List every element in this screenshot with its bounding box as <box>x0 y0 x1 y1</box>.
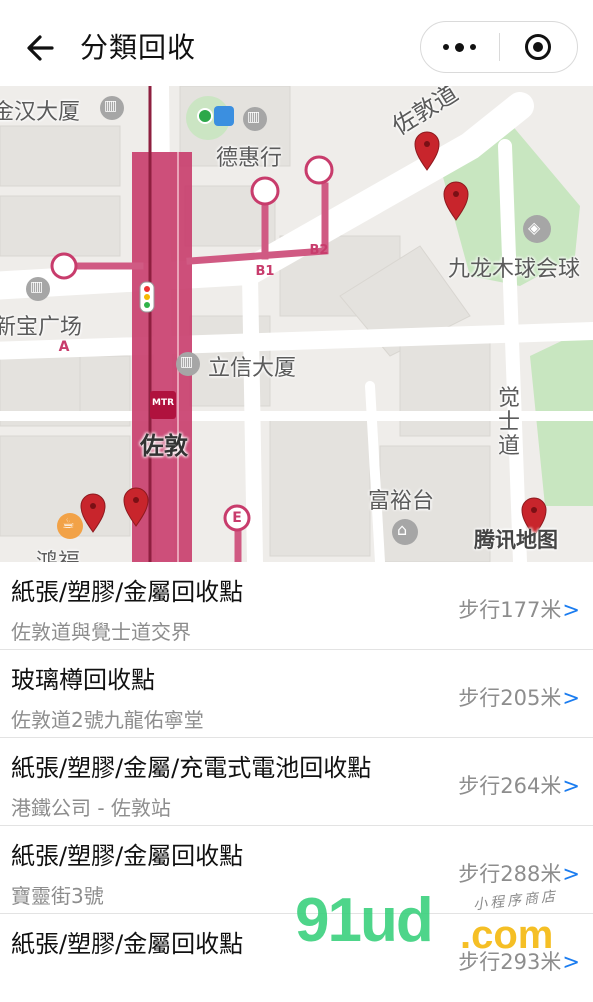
map-view[interactable]: ▥ ▥ ▥ ▥ ⌂ ◈ ☕ MTR A B1 B2 E 金汉大厦 德惠行 佐敦 道… <box>0 86 593 562</box>
item-distance: 步行264米> <box>458 770 580 800</box>
list-item[interactable]: 紙張/塑膠/金屬回收點 佐敦道與覺士道交界 步行177米> <box>0 562 593 650</box>
map-label-hongfu: 鸿福 <box>36 544 80 562</box>
chevron-right-icon: > <box>562 686 580 710</box>
miniprogram-capsule <box>420 21 578 73</box>
item-distance: 步行205米> <box>458 682 580 712</box>
building-icon: ▥ <box>247 109 261 125</box>
close-miniprogram-button[interactable] <box>500 22 578 72</box>
item-name: 玻璃樽回收點 <box>11 666 155 694</box>
item-address: 寶靈街3號 <box>11 884 104 908</box>
item-name: 紙張/塑膠/金屬回收點 <box>11 930 244 958</box>
map-label-jueshi-3: 道 <box>498 434 521 459</box>
list-item[interactable]: 紙張/塑膠/金屬/充電式電池回收點 港鐵公司 - 佐敦站 步行264米> <box>0 738 593 826</box>
exit-a-label: A <box>58 339 70 355</box>
item-name: 紙張/塑膠/金屬回收點 <box>11 842 244 870</box>
map-label-cricket-club: 九龙木球会球 <box>448 257 581 282</box>
church-icon: ⌂ <box>397 520 408 539</box>
exit-e-label: E <box>232 510 242 526</box>
more-dots-icon <box>443 42 477 52</box>
item-name: 紙張/塑膠/金屬/充電式電池回收點 <box>11 754 372 782</box>
list-item[interactable]: 玻璃樽回收點 佐敦道2號九龍佑寧堂 步行205米> <box>0 650 593 738</box>
more-button[interactable] <box>421 22 499 72</box>
stadium-icon: ◈ <box>528 218 541 237</box>
item-address: 佐敦道與覺士道交界 <box>11 620 191 644</box>
map-label-zuodun-station: 佐敦 <box>140 432 188 460</box>
target-circle-icon <box>525 34 552 60</box>
distance-text: 步行205米 <box>458 686 562 710</box>
page-title: 分類回收 <box>80 31 197 64</box>
item-address: 佐敦道2號九龍佑寧堂 <box>11 708 204 732</box>
cafe-icon: ☕ <box>62 516 75 532</box>
exit-b1-label: B1 <box>255 264 275 279</box>
list-item[interactable]: 紙張/塑膠/金屬回收點 步行293米> <box>0 914 593 1002</box>
chevron-right-icon: > <box>562 950 580 974</box>
list-item[interactable]: 紙張/塑膠/金屬回收點 寶靈街3號 步行288米> <box>0 826 593 914</box>
building-icon: ▥ <box>180 354 194 370</box>
chevron-right-icon: > <box>562 862 580 886</box>
map-canvas <box>0 86 593 562</box>
map-label-jinhan: 金汉大厦 <box>0 100 81 125</box>
tencent-map-logo: 腾讯地图 <box>474 528 558 552</box>
arrow-left-icon <box>27 35 54 61</box>
mtr-logo: MTR <box>151 398 175 408</box>
item-name: 紙張/塑膠/金屬回收點 <box>11 578 244 606</box>
distance-text: 步行177米 <box>458 598 562 622</box>
distance-text: 步行264米 <box>458 774 562 798</box>
recycling-point-list: 紙張/塑膠/金屬回收點 佐敦道與覺士道交界 步行177米> 玻璃樽回收點 佐敦道… <box>0 562 593 1002</box>
distance-text: 步行288米 <box>458 862 562 886</box>
item-distance: 步行293米> <box>458 946 580 976</box>
map-label-fuyu: 富裕台 <box>368 489 435 514</box>
nav-bar: 分類回收 <box>0 0 593 86</box>
item-address: 港鐵公司 - 佐敦站 <box>11 796 171 820</box>
map-label-dehui: 德惠行 <box>216 146 283 171</box>
distance-text: 步行293米 <box>458 950 562 974</box>
chevron-right-icon: > <box>562 598 580 622</box>
item-distance: 步行177米> <box>458 594 580 624</box>
chevron-right-icon: > <box>562 774 580 798</box>
item-distance: 步行288米> <box>458 858 580 888</box>
map-label-lixin: 立信大厦 <box>208 356 297 381</box>
exit-b2-label: B2 <box>309 243 329 258</box>
map-label-xinbao: 新宝广场 <box>0 315 83 340</box>
building-icon: ▥ <box>30 279 44 295</box>
building-icon: ▥ <box>104 98 118 114</box>
back-button[interactable] <box>18 26 62 70</box>
